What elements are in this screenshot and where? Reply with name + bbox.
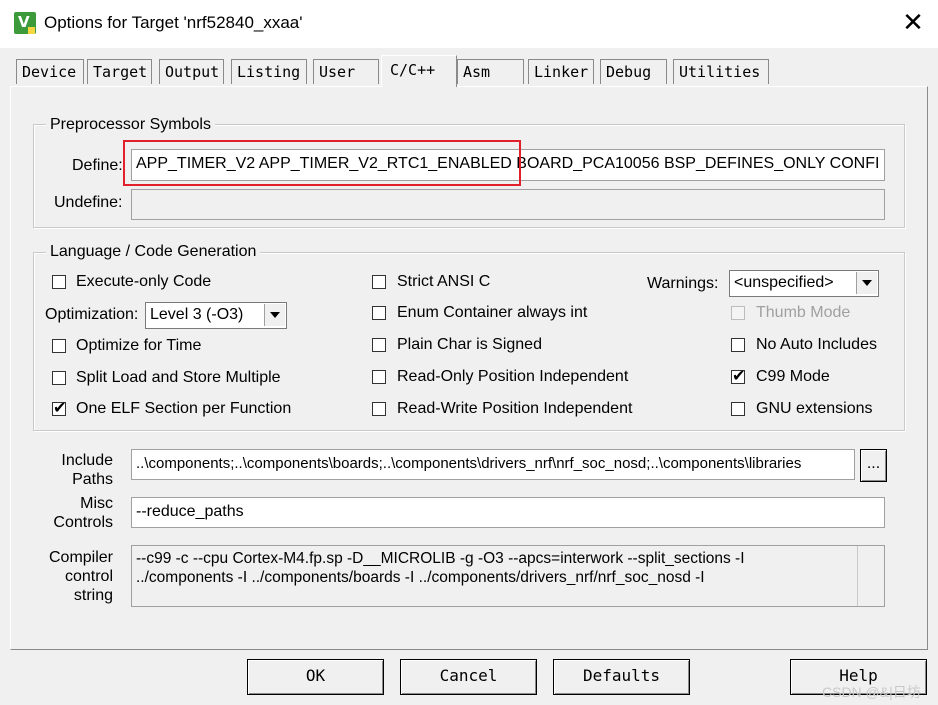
split-load-label: Split Load and Store Multiple	[76, 369, 281, 386]
execute-only-checkbox[interactable]	[52, 275, 66, 289]
misc-controls-label: Misc Controls	[53, 495, 113, 531]
plain-char-checkbox[interactable]	[372, 338, 386, 352]
warnings-select[interactable]: <unspecified>	[729, 270, 879, 297]
gnu-extensions-label: GNU extensions	[756, 400, 873, 417]
checkmark-icon: ✔	[53, 398, 67, 417]
warnings-value: <unspecified>	[734, 274, 834, 291]
language-legend: Language / Code Generation	[46, 243, 261, 261]
optimization-select[interactable]: Level 3 (-O3)	[145, 302, 287, 329]
tab-c-cpp[interactable]: C/C++	[381, 55, 457, 87]
compiler-control-label: Compiler control string	[48, 549, 113, 604]
execute-only-label: Execute-only Code	[76, 273, 212, 290]
optimize-time-checkbox[interactable]	[52, 339, 66, 353]
no-auto-includes-checkbox[interactable]	[731, 338, 745, 352]
undefine-input[interactable]	[131, 189, 885, 220]
include-paths-browse-button[interactable]: ...	[860, 449, 887, 482]
rw-pi-label: Read-Write Position Independent	[397, 400, 633, 417]
enum-container-label: Enum Container always int	[397, 304, 588, 321]
compiler-scrollbar-divider	[857, 546, 858, 606]
tab-output[interactable]: Output	[159, 59, 224, 84]
cancel-button[interactable]: Cancel	[400, 659, 537, 695]
thumb-mode-label: Thumb Mode	[756, 304, 851, 321]
thumb-mode-checkbox[interactable]	[731, 306, 745, 320]
no-auto-includes-label: No Auto Includes	[756, 336, 877, 353]
keil-app-icon: V	[14, 12, 36, 34]
tab-user[interactable]: User	[313, 59, 379, 84]
enum-container-checkbox[interactable]	[372, 306, 386, 320]
warnings-label: Warnings:	[647, 275, 719, 292]
chevron-down-icon[interactable]	[856, 272, 877, 294]
c99-mode-checkbox[interactable]: ✔	[731, 366, 745, 385]
optimize-time-label: Optimize for Time	[76, 337, 202, 354]
close-icon[interactable]: ✕	[900, 8, 926, 38]
gnu-extensions-checkbox[interactable]	[731, 402, 745, 416]
tab-device[interactable]: Device	[16, 59, 84, 84]
chevron-down-icon[interactable]	[264, 304, 285, 326]
tab-listing[interactable]: Listing	[231, 59, 307, 84]
define-highlight-box	[123, 140, 521, 186]
checkmark-icon: ✔	[732, 366, 746, 385]
optimization-value: Level 3 (-O3)	[150, 306, 244, 323]
include-paths-label: Include Paths	[61, 452, 113, 488]
misc-controls-input[interactable]: --reduce_paths	[131, 497, 885, 528]
rw-pi-checkbox[interactable]	[372, 402, 386, 416]
compiler-control-line-1: --c99 -c --cpu Cortex-M4.fp.sp -D__MICRO…	[136, 550, 745, 567]
strict-ansi-checkbox[interactable]	[372, 275, 386, 289]
one-elf-checkbox[interactable]: ✔	[52, 398, 66, 417]
tab-target[interactable]: Target	[87, 59, 152, 84]
one-elf-label: One ELF Section per Function	[76, 400, 292, 417]
strict-ansi-label: Strict ANSI C	[397, 273, 491, 290]
undefine-label: Undefine:	[54, 194, 123, 211]
watermark-text: CSDN @&|日坊	[822, 684, 921, 700]
preprocessor-legend: Preprocessor Symbols	[46, 116, 215, 134]
c99-mode-label: C99 Mode	[756, 368, 830, 385]
tab-debug[interactable]: Debug	[600, 59, 667, 84]
ok-button[interactable]: OK	[247, 659, 384, 695]
window-title: Options for Target 'nrf52840_xxaa'	[44, 13, 303, 32]
defaults-button[interactable]: Defaults	[553, 659, 690, 695]
compiler-control-string: --c99 -c --cpu Cortex-M4.fp.sp -D__MICRO…	[131, 545, 885, 607]
tab-utilities[interactable]: Utilities	[673, 59, 769, 84]
compiler-control-line-2: ../components -I ../components/boards -I…	[136, 569, 705, 586]
split-load-checkbox[interactable]	[52, 371, 66, 385]
tab-linker[interactable]: Linker	[528, 59, 594, 84]
define-label: Define:	[72, 157, 123, 174]
optimization-label: Optimization:	[45, 306, 139, 323]
ro-pi-checkbox[interactable]	[372, 370, 386, 384]
include-paths-input[interactable]: ..\components;..\components\boards;..\co…	[131, 449, 855, 480]
ro-pi-label: Read-Only Position Independent	[397, 368, 629, 385]
plain-char-label: Plain Char is Signed	[397, 336, 542, 353]
tab-asm[interactable]: Asm	[457, 59, 524, 84]
